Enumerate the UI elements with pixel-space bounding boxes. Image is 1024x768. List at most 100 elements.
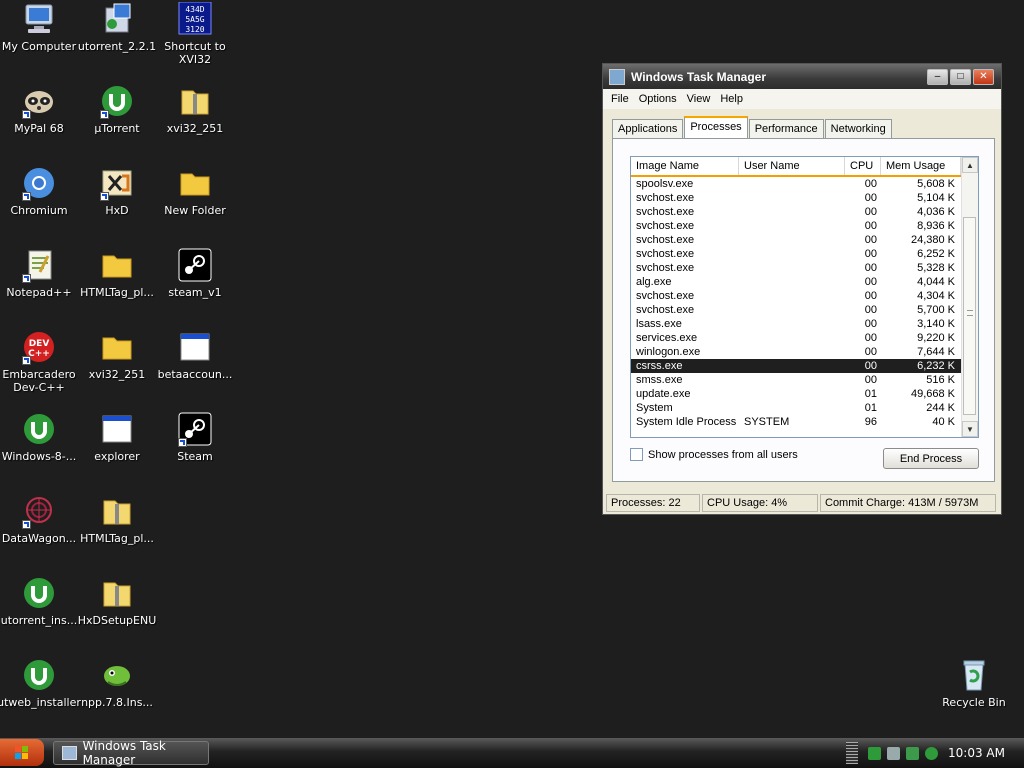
tab-networking[interactable]: Networking [824, 119, 892, 139]
menu-help[interactable]: Help [715, 93, 748, 105]
process-cpu: 96 [864, 416, 877, 428]
desktop-icon-label: Recycle Bin [942, 696, 1006, 709]
desktop-icon-devcpp[interactable]: DEV C++ Embarcadero Dev-C++ [0, 330, 78, 400]
process-cpu: 00 [864, 234, 877, 246]
desktop-icon-explorer[interactable]: explorer [78, 412, 156, 482]
desktop-icon-mypal[interactable]: MyPal 68 [0, 84, 78, 154]
process-cpu: 01 [864, 388, 877, 400]
desktop-icon-hxdsetup[interactable]: HxDSetupENU [78, 576, 156, 646]
process-name: alg.exe [636, 276, 672, 288]
desktop-icon-label: µTorrent [94, 122, 140, 135]
process-row[interactable]: System 01 244 K [631, 401, 978, 415]
desktop-icon-my-computer[interactable]: My Computer [0, 2, 78, 72]
desktop-icon-new-folder[interactable]: New Folder [156, 166, 234, 236]
utorrent-icon [22, 658, 56, 692]
tray-network-icon[interactable] [868, 746, 881, 760]
menu-view[interactable]: View [682, 93, 716, 105]
desktop-icon-datawagon[interactable]: DataWagon... [0, 494, 78, 564]
process-mem: 4,304 K [917, 290, 955, 302]
process-mem: 4,044 K [917, 276, 955, 288]
minimize-button[interactable]: – [927, 68, 948, 85]
scroll-up-arrow-icon[interactable]: ▲ [962, 157, 978, 173]
desktop-icon-xvi32-shortcut[interactable]: 434D 5A5G 3120 Shortcut to XVI32 [156, 1, 234, 72]
devcpp-icon-text: DEV [29, 339, 50, 349]
end-process-button[interactable]: End Process [883, 448, 979, 469]
process-row[interactable]: csrss.exe 00 6,232 K [631, 359, 978, 373]
process-mem: 7,644 K [917, 346, 955, 358]
process-row[interactable]: svchost.exe 00 8,936 K [631, 219, 978, 233]
column-cpu[interactable]: CPU [845, 157, 881, 175]
clock[interactable]: 10:03 AM [948, 746, 1005, 760]
taskbar-task-label: Windows Task Manager [82, 739, 166, 767]
desktop-icon-chromium[interactable]: Chromium [0, 166, 78, 236]
process-row[interactable]: winlogon.exe 00 7,644 K [631, 345, 978, 359]
show-all-users-option[interactable]: Show processes from all users [630, 448, 798, 461]
desktop-icon-label: explorer [94, 450, 140, 463]
process-row[interactable]: smss.exe 00 516 K [631, 373, 978, 387]
desktop-icon-betaaccount[interactable]: betaaccoun... [156, 330, 234, 400]
desktop-icon-hxd[interactable]: HxD [78, 166, 156, 236]
process-cpu: 00 [864, 332, 877, 344]
process-mem: 3,140 K [917, 318, 955, 330]
process-row[interactable]: spoolsv.exe 00 5,608 K [631, 177, 978, 191]
desktop-icon-recycle-bin[interactable]: Recycle Bin [935, 658, 1013, 728]
scroll-thumb[interactable] [963, 217, 976, 415]
process-row[interactable]: services.exe 00 9,220 K [631, 331, 978, 345]
process-row[interactable]: svchost.exe 00 5,700 K [631, 303, 978, 317]
process-row[interactable]: System Idle Process SYSTEM 96 40 K [631, 415, 978, 429]
show-all-users-checkbox[interactable] [630, 448, 643, 461]
vertical-scrollbar[interactable]: ▲ ▼ [961, 157, 978, 437]
tray-grip-icon [846, 742, 858, 764]
title-bar[interactable]: Windows Task Manager – □ ✕ [603, 64, 1001, 89]
scroll-down-arrow-icon[interactable]: ▼ [962, 421, 978, 437]
task-manager-icon [62, 746, 77, 760]
column-mem-usage[interactable]: Mem Usage [881, 157, 961, 175]
menu-options[interactable]: Options [634, 93, 682, 105]
utorrent-icon [22, 576, 56, 610]
process-row[interactable]: svchost.exe 00 4,304 K [631, 289, 978, 303]
tab-processes[interactable]: Processes [684, 116, 748, 140]
desktop-icon-utorrent-221[interactable]: utorrent_2.2.1 [78, 2, 156, 72]
recycle-bin-icon [957, 658, 991, 692]
process-row[interactable]: svchost.exe 00 4,036 K [631, 205, 978, 219]
desktop-icon-label: xvi32_251 [88, 368, 146, 381]
process-row[interactable]: svchost.exe 00 6,252 K [631, 247, 978, 261]
process-user [739, 275, 845, 289]
close-button[interactable]: ✕ [973, 68, 994, 85]
desktop-icon-xvi32-zip[interactable]: xvi32_251 [156, 84, 234, 154]
desktop-icon-utorrent[interactable]: µTorrent [78, 84, 156, 154]
desktop-icon-steam[interactable]: Steam [156, 412, 234, 482]
desktop-icon-windows8-utorrent[interactable]: Windows-8-... [0, 412, 78, 482]
tray-tools-icon[interactable] [887, 746, 900, 760]
process-row[interactable]: svchost.exe 00 5,328 K [631, 261, 978, 275]
tray-update-icon[interactable] [906, 746, 919, 760]
desktop-icon-utweb-installer[interactable]: utweb_installer [0, 658, 81, 728]
desktop-icon-htmltag-2[interactable]: HTMLTag_pl... [78, 494, 156, 564]
desktop-icon-htmltag-1[interactable]: HTMLTag_pl... [78, 248, 156, 318]
maximize-button[interactable]: □ [950, 68, 971, 85]
desktop-icon-npp-installer[interactable]: npp.7.8.Ins... [78, 658, 156, 728]
process-list[interactable]: Image Name User Name CPU Mem Usage spool… [630, 156, 979, 438]
desktop-icon-notepadpp[interactable]: Notepad++ [0, 248, 78, 318]
process-row[interactable]: alg.exe 00 4,044 K [631, 275, 978, 289]
tab-applications[interactable]: Applications [612, 119, 684, 139]
process-user [739, 345, 845, 359]
process-row[interactable]: lsass.exe 00 3,140 K [631, 317, 978, 331]
shortcut-arrow-icon [100, 110, 109, 119]
desktop-icon-utorrent-installer[interactable]: utorrent_ins... [0, 576, 78, 646]
process-row[interactable]: svchost.exe 00 5,104 K [631, 191, 978, 205]
tray-utorrent-icon[interactable] [925, 746, 938, 760]
desktop-icon-steam-v1[interactable]: steam_v1 [156, 248, 234, 318]
process-row[interactable]: svchost.exe 00 24,380 K [631, 233, 978, 247]
xvi-icon-text: 5A5G [185, 15, 204, 24]
zip-folder-icon [100, 576, 134, 610]
column-image-name[interactable]: Image Name [631, 157, 739, 175]
desktop-icon-xvi32-folder[interactable]: xvi32_251 [78, 330, 156, 400]
tab-performance[interactable]: Performance [748, 119, 824, 139]
menu-file[interactable]: File [606, 93, 634, 105]
process-row[interactable]: update.exe 01 49,668 K [631, 387, 978, 401]
start-button[interactable] [0, 739, 44, 766]
status-processes: Processes: 22 [606, 494, 700, 512]
column-user-name[interactable]: User Name [739, 157, 845, 175]
taskbar-task-manager-button[interactable]: Windows Task Manager [53, 739, 209, 767]
